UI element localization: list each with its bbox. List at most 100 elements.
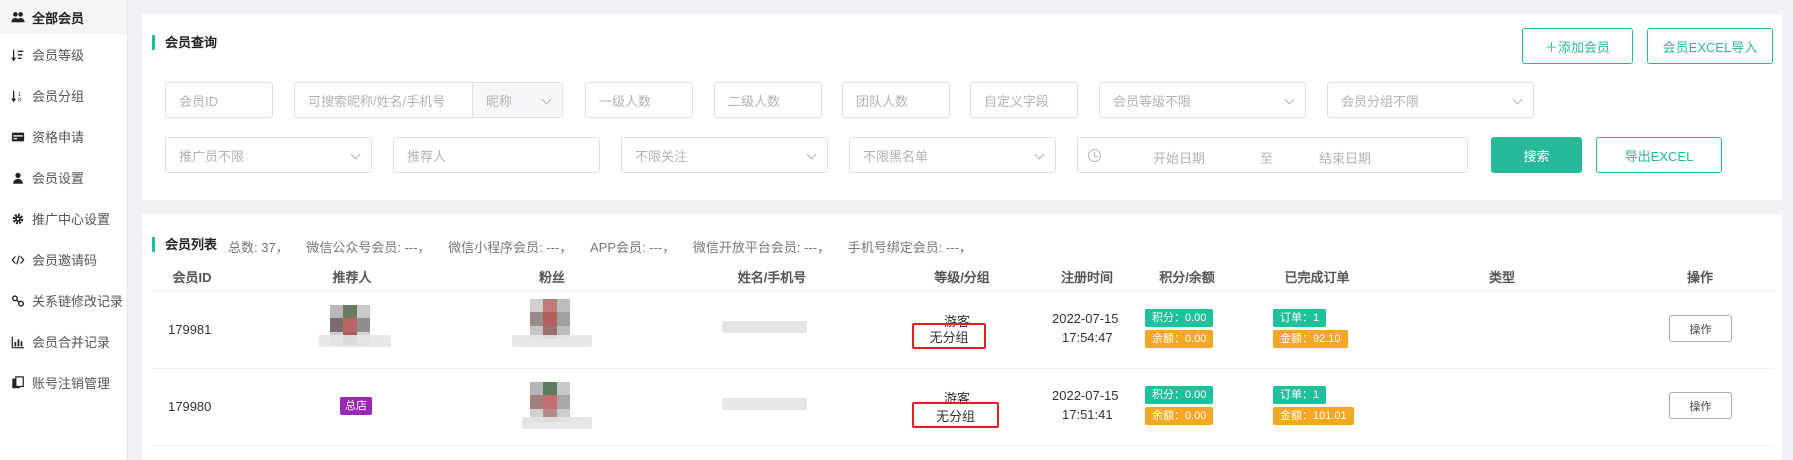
custom-field-input[interactable]: 自定义字段 xyxy=(970,82,1078,118)
user-icon xyxy=(10,170,26,186)
fan-name-blurred xyxy=(512,335,592,347)
level2-count-input[interactable]: 二级人数 xyxy=(714,82,822,118)
keyword-type-label: 昵称 xyxy=(486,93,513,109)
svg-text:9: 9 xyxy=(18,97,21,103)
member-group: 无分组 xyxy=(929,329,969,345)
link-icon xyxy=(10,293,26,309)
col-member-id: 会员ID xyxy=(172,270,212,285)
col-reg-time: 注册时间 xyxy=(1060,270,1113,285)
col-orders: 已完成订单 xyxy=(1284,270,1350,285)
sidebar-item-invite-code[interactable]: 会员邀请码 xyxy=(0,239,127,280)
clock-icon xyxy=(1088,149,1101,162)
member-list-panel: 会员列表 总数: 37， 微信公众号会员: ---， 微信小程序会员: ---，… xyxy=(142,214,1782,460)
member-id: 179981 xyxy=(168,322,212,337)
amount-tag: 金额：101.01 xyxy=(1273,407,1354,425)
member-id: 179980 xyxy=(168,399,212,414)
referrer-store-badge: 总店 xyxy=(340,397,372,415)
list-title: 会员列表 xyxy=(152,237,217,252)
keyword-placeholder: 可搜索昵称/姓名/手机号 xyxy=(308,93,446,109)
sidebar-item-label: 资格申请 xyxy=(32,130,85,145)
sidebar-item-account-cancel[interactable]: 账号注销管理 xyxy=(0,362,127,403)
col-referrer: 推荐人 xyxy=(332,270,372,285)
gear-icon xyxy=(10,211,26,227)
points-tag: 积分：0.00 xyxy=(1145,386,1214,404)
balance-tag: 余额：0.00 xyxy=(1145,407,1214,425)
col-level-group: 等级/分组 xyxy=(934,270,990,285)
fan-avatar xyxy=(530,299,570,339)
name-phone-blurred xyxy=(722,398,807,410)
follow-select[interactable]: 不限关注 xyxy=(621,137,828,173)
reg-date: 2022-07-15 xyxy=(1052,388,1119,403)
amount-tag: 金额：92.10 xyxy=(1273,330,1348,348)
start-date-input[interactable]: 开始日期 xyxy=(1153,148,1205,167)
points-tag: 积分：0.00 xyxy=(1145,309,1214,327)
table-row: 179981 游客 无分组 2022-07-15 17:54:47 积分：0.0… xyxy=(152,293,1774,369)
sidebar-item-relation-log[interactable]: 关系链修改记录 xyxy=(0,280,127,321)
sidebar-item-all-members[interactable]: 全部会员 xyxy=(0,0,127,34)
sidebar-item-qualification[interactable]: 资格申请 xyxy=(0,116,127,157)
orders-tag: 订单：1 xyxy=(1273,309,1327,327)
import-excel-button[interactable]: 会员EXCEL导入 xyxy=(1647,28,1773,64)
table-row: 179980 总店 游客 无分组 2022-07-15 17:51:41 积分：… xyxy=(152,370,1774,446)
code-icon xyxy=(10,252,26,268)
member-query-panel: 会员查询 ＋添加会员 会员EXCEL导入 会员ID 可搜索昵称/姓名/手机号 昵… xyxy=(142,14,1782,200)
name-phone-blurred xyxy=(722,321,807,333)
member-summary: 总数: 37， 微信公众号会员: ---， 微信小程序会员: ---， APP会… xyxy=(228,237,986,256)
sort-level-icon xyxy=(10,47,26,63)
sidebar-item-merge-log[interactable]: 会员合并记录 xyxy=(0,321,127,362)
row-action-button[interactable]: 操作 xyxy=(1669,315,1732,342)
id-card-icon xyxy=(10,129,26,145)
sidebar-item-label: 会员等级 xyxy=(32,48,85,63)
date-range-separator: 至 xyxy=(1260,151,1274,166)
member-group-highlight: 无分组 xyxy=(912,323,986,349)
referrer-input[interactable]: 推荐人 xyxy=(393,137,600,173)
copy-icon xyxy=(10,375,26,391)
bar-chart-icon xyxy=(10,334,26,350)
sidebar-item-label: 会员设置 xyxy=(32,171,85,186)
query-title: 会员查询 xyxy=(152,35,217,50)
summary-wechat-mini: 微信小程序会员: ---， xyxy=(448,240,573,255)
sidebar-item-label: 全部会员 xyxy=(32,10,85,26)
summary-total: 总数: 37， xyxy=(228,240,289,255)
promoter-select[interactable]: 推广员不限 xyxy=(165,137,372,173)
col-action: 操作 xyxy=(1686,270,1713,285)
row-action-button[interactable]: 操作 xyxy=(1669,392,1732,419)
fan-name-blurred xyxy=(522,417,592,429)
reg-time: 17:51:41 xyxy=(1062,407,1113,422)
sidebar-item-label: 账号注销管理 xyxy=(32,376,111,391)
export-excel-button[interactable]: 导出EXCEL xyxy=(1596,137,1722,173)
member-group-select[interactable]: 会员分组不限 xyxy=(1327,82,1534,118)
summary-wechat-open: 微信开放平台会员: ---， xyxy=(692,240,831,255)
sidebar-item-label: 推广中心设置 xyxy=(32,212,111,227)
keyword-search-input[interactable]: 可搜索昵称/姓名/手机号 昵称 xyxy=(294,82,563,118)
date-range-picker[interactable]: 开始日期 至 结束日期 xyxy=(1077,137,1468,173)
table-header: 会员ID 推荐人 粉丝 姓名/手机号 等级/分组 注册时间 积分/余额 已完成订… xyxy=(152,262,1774,292)
member-group-highlight: 无分组 xyxy=(912,402,999,428)
sidebar-item-label: 会员邀请码 xyxy=(32,253,98,268)
member-group: 无分组 xyxy=(935,408,975,424)
team-count-input[interactable]: 团队人数 xyxy=(842,82,950,118)
search-button[interactable]: 搜索 xyxy=(1491,137,1582,173)
sidebar-item-promotion-center[interactable]: 推广中心设置 xyxy=(0,198,127,239)
level1-count-input[interactable]: 一级人数 xyxy=(585,82,693,118)
sort-group-icon: 19 xyxy=(10,88,26,104)
col-type: 类型 xyxy=(1488,270,1515,285)
users-icon xyxy=(10,9,26,25)
sidebar-item-label: 会员分组 xyxy=(32,89,85,104)
member-id-input[interactable]: 会员ID xyxy=(165,82,273,118)
sidebar-item-member-settings[interactable]: 会员设置 xyxy=(0,157,127,198)
end-date-input[interactable]: 结束日期 xyxy=(1319,148,1371,167)
col-fans: 粉丝 xyxy=(538,270,565,285)
summary-app: APP会员: ---， xyxy=(590,240,676,255)
sidebar-item-member-level[interactable]: 会员等级 xyxy=(0,34,127,75)
member-level-select[interactable]: 会员等级不限 xyxy=(1099,82,1306,118)
referrer-name-blurred xyxy=(319,335,391,347)
sidebar-item-label: 会员合并记录 xyxy=(32,335,111,350)
blacklist-select[interactable]: 不限黑名单 xyxy=(849,137,1056,173)
sidebar-item-member-group[interactable]: 19 会员分组 xyxy=(0,75,127,116)
balance-tag: 余额：0.00 xyxy=(1145,330,1214,348)
add-member-button[interactable]: ＋添加会员 xyxy=(1522,28,1633,64)
col-points-balance: 积分/余额 xyxy=(1159,270,1215,285)
keyword-type-select[interactable]: 昵称 xyxy=(472,83,562,117)
reg-date: 2022-07-15 xyxy=(1052,311,1119,326)
